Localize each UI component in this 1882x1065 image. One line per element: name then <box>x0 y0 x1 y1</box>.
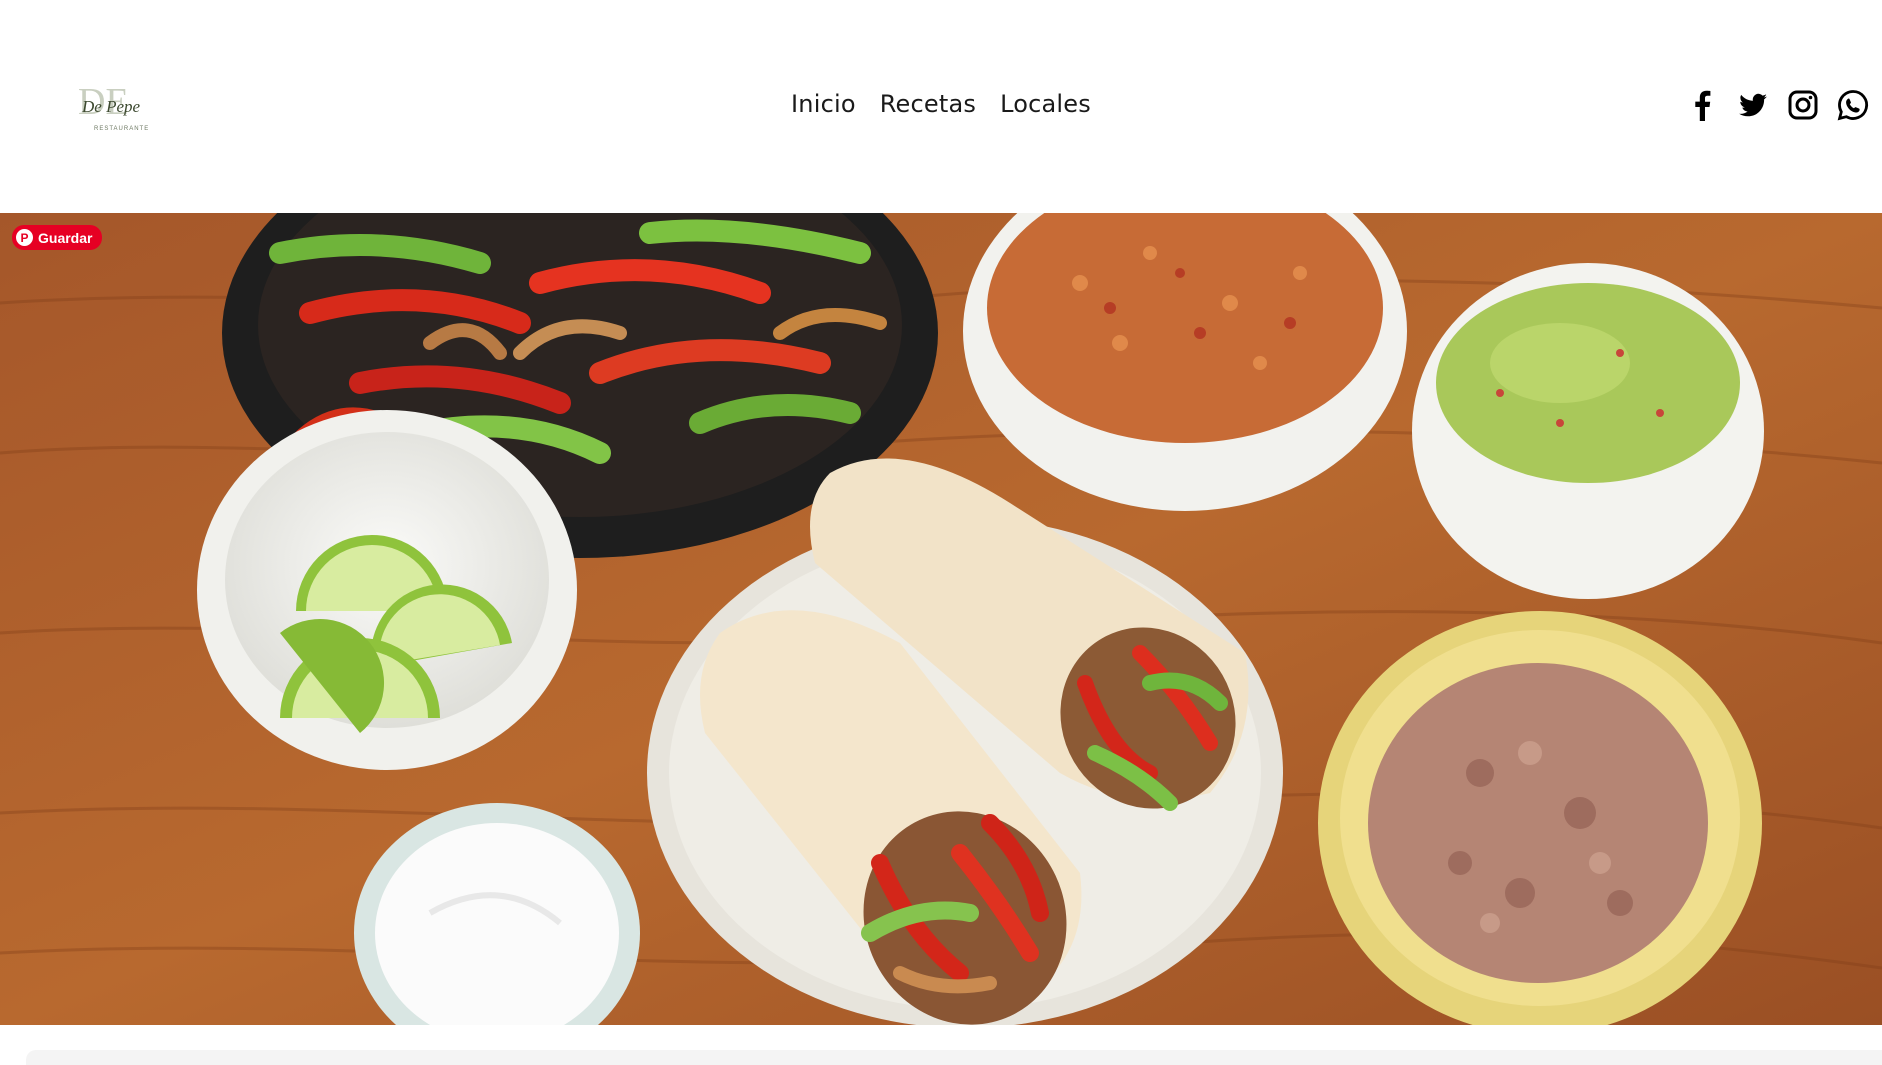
nav-recetas[interactable]: Recetas <box>880 90 976 118</box>
logo-subtitle: RESTAURANTE <box>94 126 149 132</box>
hero-image <box>0 213 1882 1025</box>
site-header: DE De Pepe RESTAURANTE Inicio Recetas Lo… <box>0 0 1882 213</box>
lime-bowl <box>197 410 577 770</box>
instagram-icon[interactable] <box>1786 88 1820 122</box>
facebook-icon[interactable] <box>1686 88 1720 122</box>
nav-inicio[interactable]: Inicio <box>791 90 856 118</box>
food-photo <box>0 213 1882 1025</box>
guacamole-bowl <box>1412 263 1764 599</box>
pinterest-icon: P <box>16 229 33 246</box>
social-links <box>1686 88 1870 122</box>
twitter-icon[interactable] <box>1736 88 1770 122</box>
pin-label: Guardar <box>38 229 93 246</box>
nav-locales[interactable]: Locales <box>1000 90 1091 118</box>
main-nav: Inicio Recetas Locales <box>0 90 1882 118</box>
whatsapp-icon[interactable] <box>1836 88 1870 122</box>
refried-beans-bowl <box>1318 611 1762 1025</box>
content-section-edge <box>26 1050 1882 1065</box>
pinterest-save-button[interactable]: P Guardar <box>12 225 103 250</box>
